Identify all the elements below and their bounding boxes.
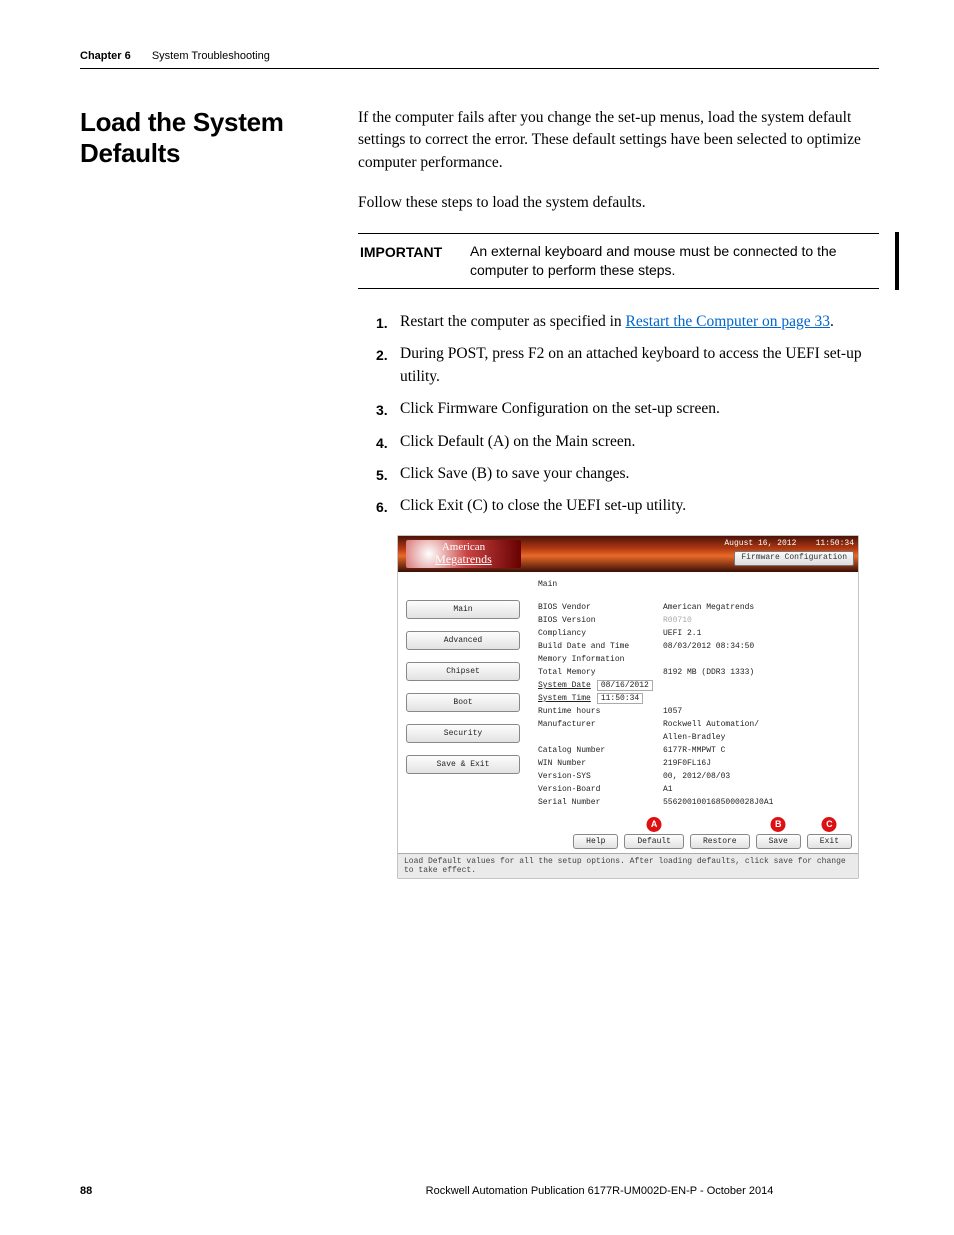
bios-row: Runtime hours1057 [538,707,848,716]
callout-a: A [647,817,662,832]
default-button[interactable]: A Default [624,834,684,849]
bios-date: August 16, 2012 [724,539,796,548]
important-label: IMPORTANT [360,242,450,280]
nav-main[interactable]: Main [406,600,520,619]
step-5: Click Save (B) to save your changes. [376,463,879,485]
important-callout: IMPORTANT An external keyboard and mouse… [358,233,879,289]
section-heading: Load the System Defaults [80,107,330,169]
save-button[interactable]: B Save [756,834,801,849]
bios-nav: Main Advanced Chipset Boot Security Save… [398,572,528,830]
nav-advanced[interactable]: Advanced [406,631,520,650]
bios-row: Total Memory8192 MB (DDR3 1333) [538,668,848,677]
bios-row: BIOS VendorAmerican Megatrends [538,603,848,612]
bios-row: Catalog Number6177R-MMPWT C [538,746,848,755]
bios-row: Version-SYS00, 2012/08/03 [538,772,848,781]
left-column: Load the System Defaults [80,107,330,878]
bios-row: Version-BoardA1 [538,785,848,794]
exit-button[interactable]: C Exit [807,834,852,849]
callout-b: B [771,817,786,832]
publication-id: Rockwell Automation Publication 6177R-UM… [320,1185,879,1197]
page-number: 88 [80,1185,320,1197]
bios-row: Allen-Bradley [538,733,848,742]
help-button[interactable]: Help [573,834,618,849]
firmware-config-button[interactable]: Firmware Configuration [734,551,854,565]
document-page: Chapter 6 System Troubleshooting Load th… [0,0,954,1235]
follow-paragraph: Follow these steps to load the system de… [358,192,879,214]
page-footer: 88 Rockwell Automation Publication 6177R… [80,1185,879,1197]
bios-system-date: System Date08/16/2012 [538,681,848,690]
bios-row: Serial Number5562001001685000028J0A1 [538,798,848,807]
change-bar [895,232,899,290]
step-list: Restart the computer as specified in Res… [358,311,879,518]
step-1-text-b: . [830,313,834,330]
step-1: Restart the computer as specified in Res… [376,311,879,333]
nav-boot[interactable]: Boot [406,693,520,712]
intro-paragraph: If the computer fails after you change t… [358,107,879,174]
right-column: If the computer fails after you change t… [358,107,879,878]
bios-main-title: Main [538,580,848,589]
ami-logo: American Megatrends [406,540,521,568]
bios-system-time: System Time11:50:34 [538,694,848,703]
nav-security[interactable]: Security [406,724,520,743]
bios-row: Build Date and Time08/03/2012 08:34:50 [538,642,848,651]
bios-row: CompliancyUEFI 2.1 [538,629,848,638]
bios-screenshot: American Megatrends August 16, 2012 11:5… [398,536,858,878]
step-6: Click Exit (C) to close the UEFI set-up … [376,495,879,517]
step-3: Click Firmware Configuration on the set-… [376,398,879,420]
running-header: Chapter 6 System Troubleshooting [80,50,879,69]
bios-body: Main Advanced Chipset Boot Security Save… [398,572,858,830]
bios-status-bar: Load Default values for all the setup op… [398,853,858,878]
bios-row: BIOS VersionR00710 [538,616,848,625]
bios-time: 11:50:34 [816,539,854,548]
logo-line2: Megatrends [406,553,521,566]
restore-button[interactable]: Restore [690,834,750,849]
bios-row: ManufacturerRockwell Automation/ [538,720,848,729]
bios-main-panel: Main BIOS VendorAmerican Megatrends BIOS… [528,572,858,830]
step-2: During POST, press F2 on an attached key… [376,343,879,388]
chapter-title: System Troubleshooting [152,50,270,62]
bios-footer-buttons: Help A Default Restore B Save C Exit [398,830,858,853]
bios-row: Memory Information [538,655,848,664]
content-columns: Load the System Defaults If the computer… [80,107,879,878]
important-text: An external keyboard and mouse must be c… [470,242,877,280]
callout-c: C [822,817,837,832]
restart-computer-link[interactable]: Restart the Computer on page 33 [626,313,830,330]
nav-chipset[interactable]: Chipset [406,662,520,681]
chapter-label: Chapter 6 [80,50,131,62]
step-1-text-a: Restart the computer as specified in [400,313,626,330]
bios-header: American Megatrends August 16, 2012 11:5… [398,536,858,572]
bios-row: WIN Number219F0FL16J [538,759,848,768]
nav-save-exit[interactable]: Save & Exit [406,755,520,774]
step-4: Click Default (A) on the Main screen. [376,431,879,453]
bios-top-right: August 16, 2012 11:50:34 Firmware Config… [724,539,854,566]
